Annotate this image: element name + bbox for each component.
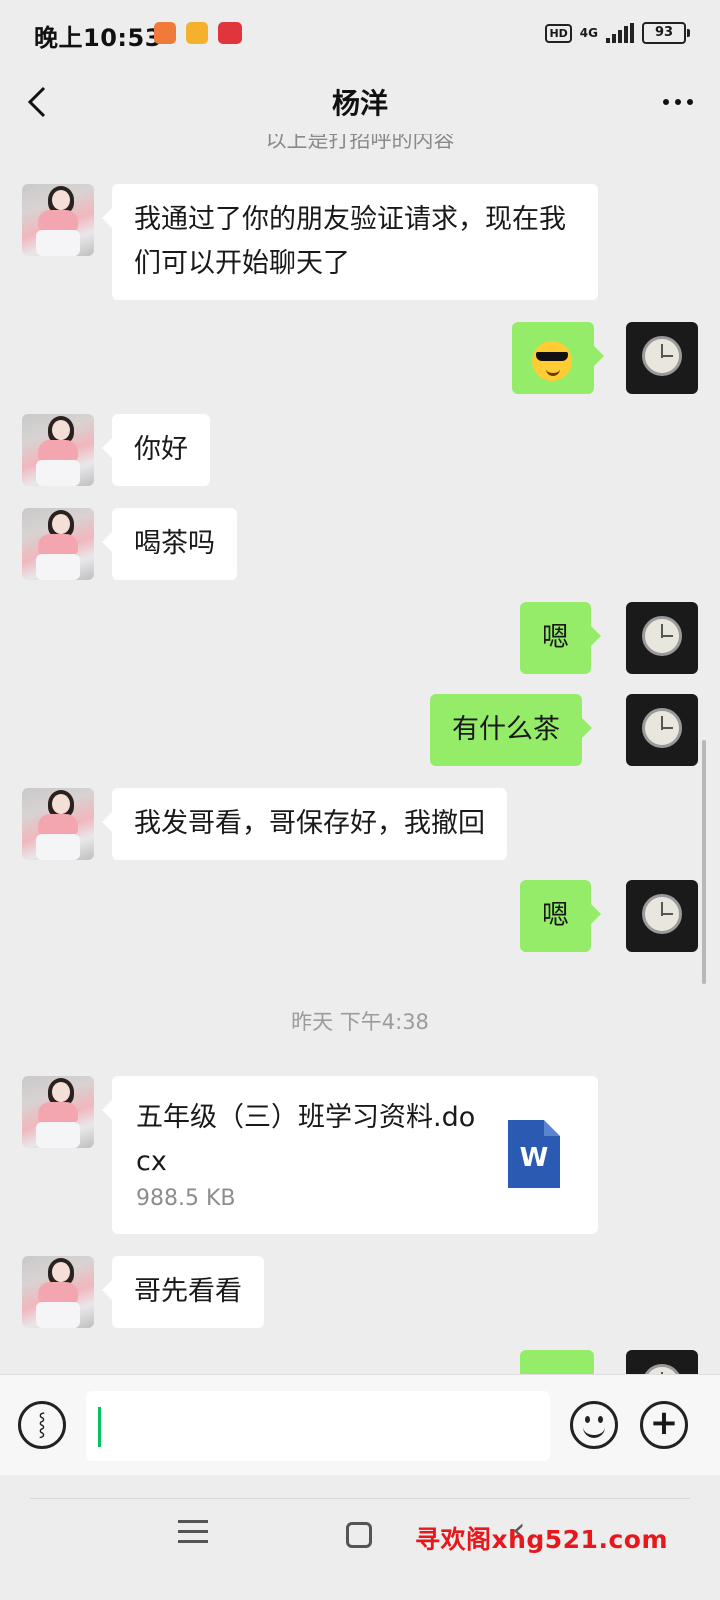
file-message-card[interactable]: 五年级（三）班学习资料.docx 988.5 KB W <box>102 1076 598 1234</box>
notification-app-icon <box>186 22 208 44</box>
chat-header: 杨洋 <box>0 70 720 134</box>
contact-avatar[interactable] <box>22 788 94 860</box>
voice-button[interactable]: ⸾ <box>18 1401 66 1449</box>
notification-app-icon <box>218 22 242 44</box>
plus-button[interactable]: + <box>640 1401 688 1449</box>
message-bubble-received[interactable]: 你好 <box>102 414 210 486</box>
message-bubble-sent[interactable]: 有什么茶 <box>430 694 592 766</box>
contact-avatar[interactable] <box>22 1256 94 1328</box>
more-button[interactable] <box>652 78 704 126</box>
emoji-button[interactable] <box>570 1401 618 1449</box>
message-bubble-sent[interactable] <box>512 322 604 394</box>
sunglasses-smile-emoji <box>532 340 572 381</box>
my-avatar[interactable] <box>626 694 698 766</box>
time-separator: 昨天 下午4:38 <box>291 1010 429 1034</box>
contact-avatar[interactable] <box>22 184 94 256</box>
chat-title: 杨洋 <box>331 87 388 120</box>
contact-avatar[interactable] <box>22 414 94 486</box>
plus-icon: + <box>649 1403 679 1443</box>
message-bubble-received[interactable]: 我通过了你的朋友验证请求，现在我们可以开始聊天了 <box>102 184 598 300</box>
message-bubble-received[interactable]: 喝茶吗 <box>102 508 237 580</box>
chat-scrollbar[interactable] <box>702 740 706 984</box>
message-bubble-received[interactable]: 我发哥看，哥保存好，我撤回 <box>102 788 507 860</box>
file-name: 五年级（三）班学习资料.docx <box>136 1102 476 1177</box>
network-type: 4G <box>579 26 598 40</box>
message-bubble-sent[interactable]: 嗯 <box>520 602 601 674</box>
menu-icon <box>178 1520 208 1523</box>
status-indicators: HD 4G 93 <box>545 20 690 46</box>
battery-icon: 93 <box>642 22 690 44</box>
emoji-icon <box>583 1425 605 1438</box>
chat-messages[interactable]: 以上是打招呼的内容 我通过了你的朋友验证请求，现在我们可以开始聊天了 你好 喝茶… <box>0 134 720 1404</box>
message-input[interactable] <box>86 1391 550 1461</box>
voice-icon: ⸾ <box>38 1412 46 1437</box>
hd-icon: HD <box>545 23 572 43</box>
text-cursor <box>98 1407 101 1447</box>
signal-icon <box>606 23 634 43</box>
word-document-icon: W <box>508 1120 560 1188</box>
file-size: 988.5 KB <box>136 1186 236 1211</box>
home-button[interactable] <box>346 1522 372 1548</box>
contact-avatar[interactable] <box>22 1076 94 1148</box>
input-bar: ⸾ + <box>0 1374 720 1475</box>
recent-apps-button[interactable] <box>178 1520 208 1544</box>
greeting-notice: 以上是打招呼的内容 <box>265 134 455 152</box>
divider <box>30 1498 690 1499</box>
status-time: 晚上10:53 <box>34 24 162 52</box>
message-bubble-received[interactable]: 哥先看看 <box>102 1256 264 1328</box>
message-bubble-sent[interactable]: 嗯 <box>520 880 601 952</box>
contact-avatar[interactable] <box>22 508 94 580</box>
notification-app-icon <box>154 22 176 44</box>
more-dots-icon <box>663 99 669 105</box>
my-avatar[interactable] <box>626 322 698 394</box>
system-nav-bar: ‹ 寻欢阁xhg521.com <box>0 1500 720 1600</box>
status-bar: 晚上10:53 HD 4G 93 <box>0 0 720 70</box>
my-avatar[interactable] <box>626 602 698 674</box>
watermark-text: 寻欢阁xhg521.com <box>414 1525 668 1554</box>
my-avatar[interactable] <box>626 880 698 952</box>
